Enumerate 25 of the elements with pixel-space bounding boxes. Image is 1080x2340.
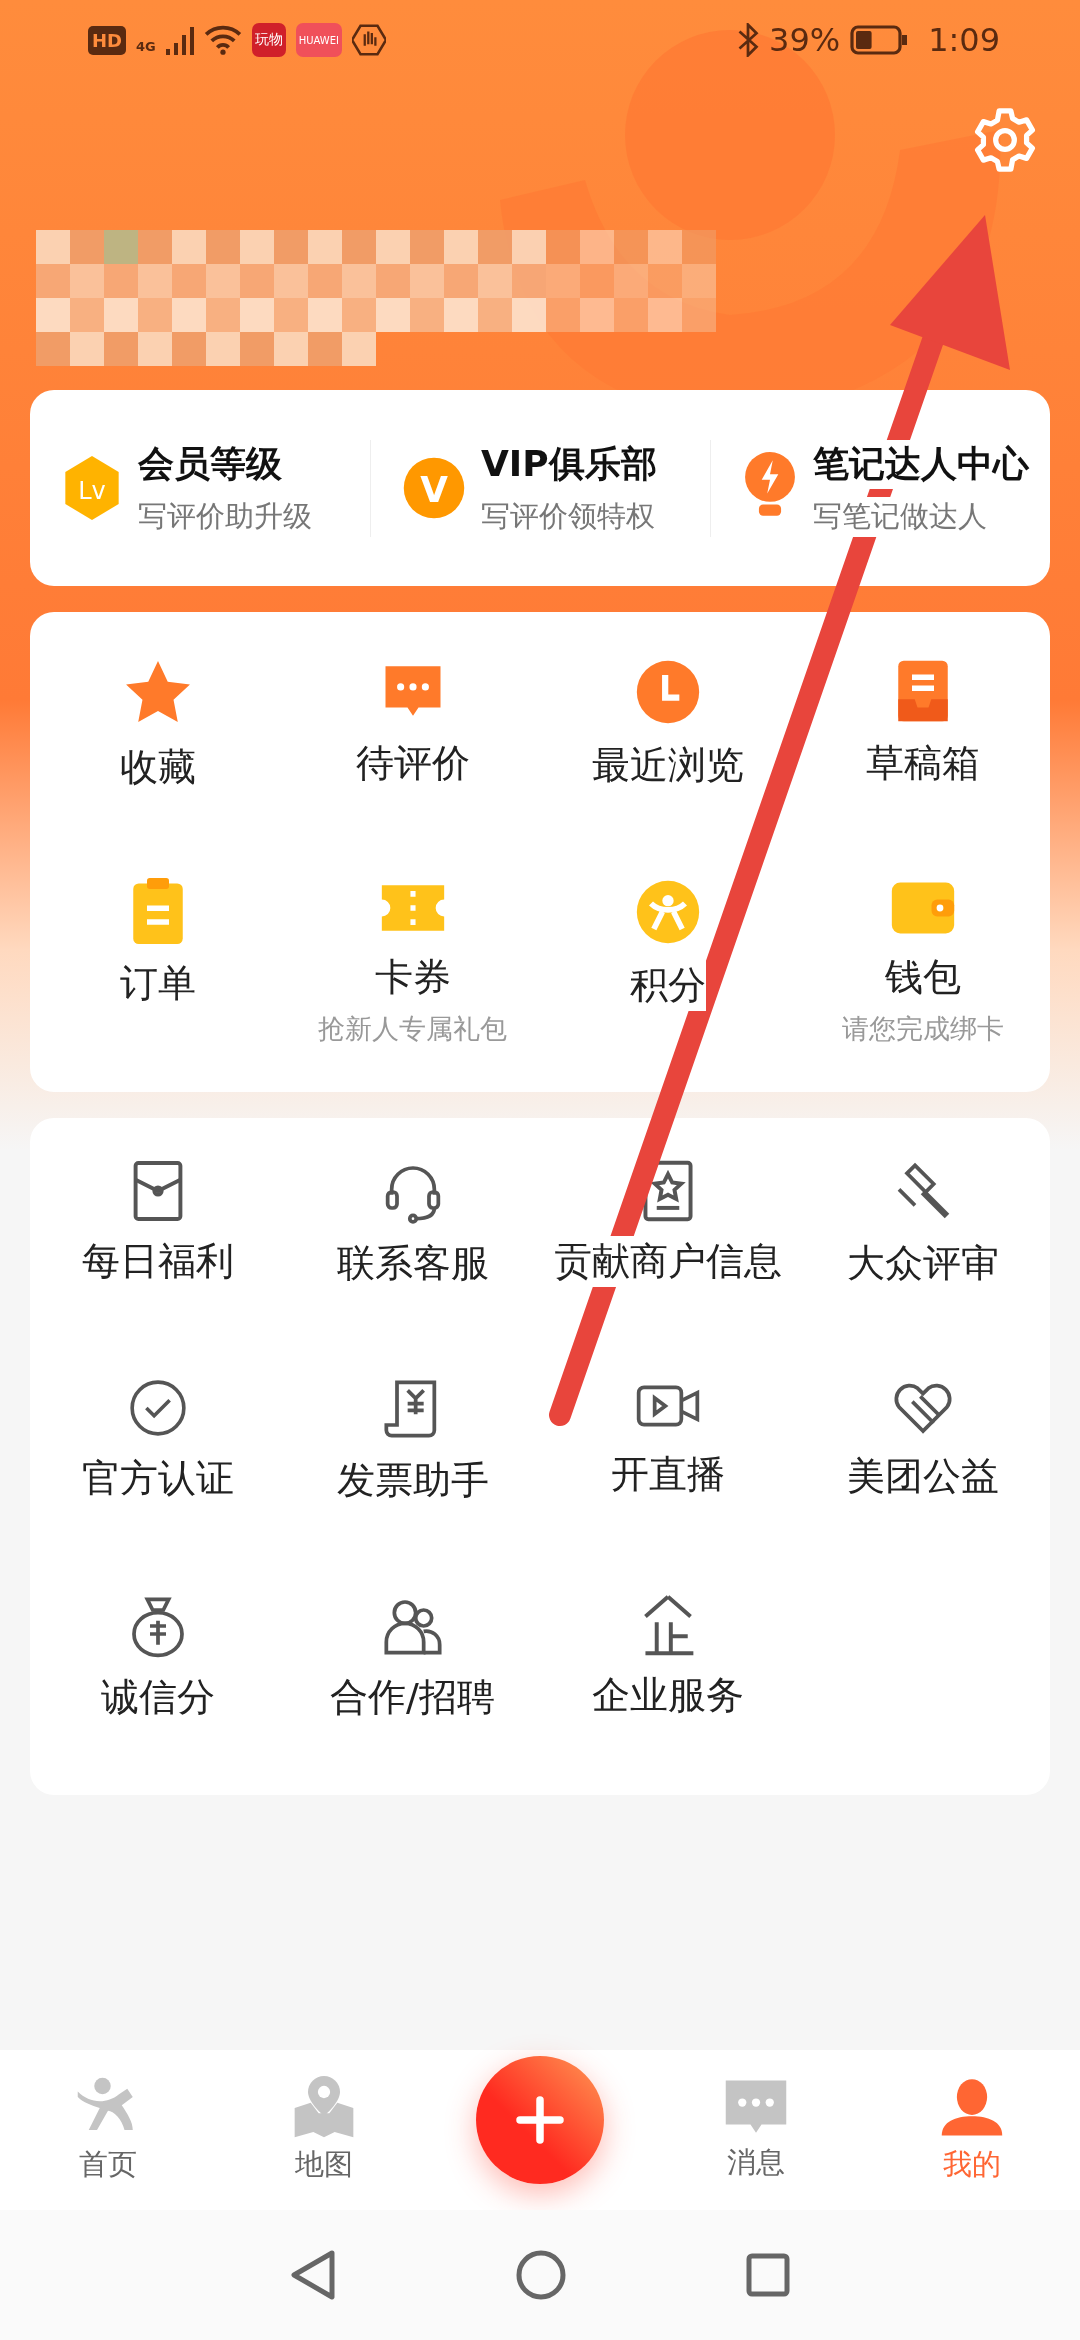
feature-hint: 抢新人专属礼包 xyxy=(318,1012,507,1046)
battery-icon xyxy=(850,25,909,55)
app-notification-icon: HUAWEI xyxy=(295,23,343,57)
tab[interactable]: 首页 xyxy=(0,2075,216,2185)
tab[interactable]: 地图 xyxy=(216,2075,432,2185)
app-notification-icon: 玩物 xyxy=(251,23,286,57)
feature-hint: 请您完成绑卡 xyxy=(841,1012,1004,1046)
recent-apps-icon[interactable] xyxy=(746,2253,790,2297)
feature-label[interactable]: 积分 xyxy=(629,960,706,1011)
link-title[interactable]: 笔记达人中心 xyxy=(813,439,1029,489)
add-button[interactable] xyxy=(476,2056,604,2184)
hd-indicator: HD xyxy=(88,25,126,55)
clock-time: 1:09 xyxy=(928,21,1000,59)
bluetooth-icon xyxy=(737,23,759,57)
plus-icon xyxy=(515,2095,565,2145)
home-icon[interactable] xyxy=(516,2250,566,2300)
service-label[interactable]: 贡献商户信息 xyxy=(553,1236,782,1287)
wifi-icon xyxy=(203,25,242,55)
signal-icon xyxy=(165,25,194,55)
back-icon[interactable] xyxy=(290,2249,336,2301)
tab[interactable]: 消息 xyxy=(648,2077,864,2183)
battery-percent: 39% xyxy=(769,21,841,59)
hand-icon xyxy=(352,24,387,56)
vip-badge: V xyxy=(401,455,467,521)
network-type: 4G xyxy=(136,39,156,54)
